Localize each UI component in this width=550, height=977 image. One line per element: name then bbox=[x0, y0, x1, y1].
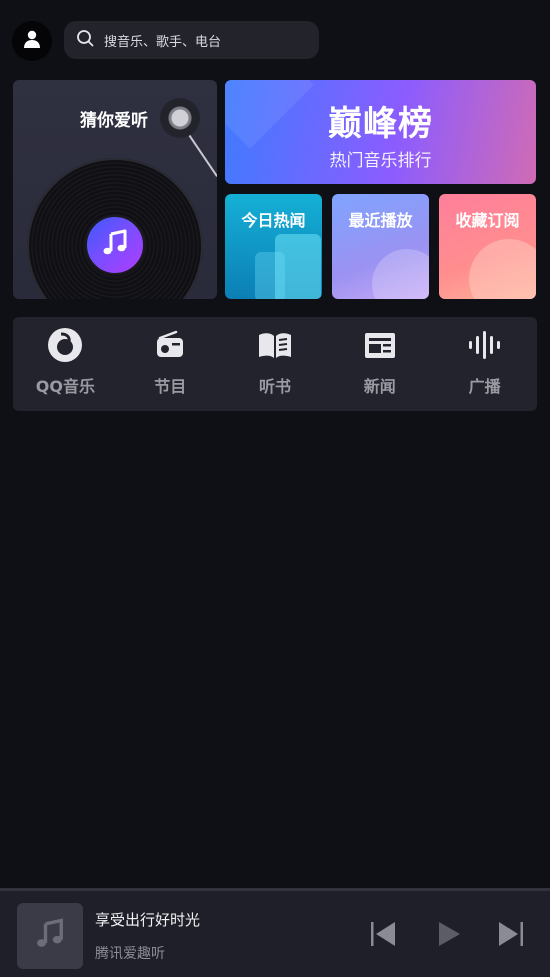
play-icon bbox=[436, 921, 462, 951]
book-icon bbox=[257, 327, 293, 363]
song-artist: 腾讯爱趣听 bbox=[95, 946, 165, 962]
nav-item-news[interactable]: 新闻 bbox=[327, 317, 432, 411]
mini-player[interactable]: 享受出行好时光 腾讯爱趣听 bbox=[0, 888, 550, 977]
favorites-card[interactable]: 收藏订阅 bbox=[439, 194, 536, 299]
user-icon bbox=[22, 29, 42, 53]
search-bar[interactable]: 搜音乐、歌手、电台 bbox=[64, 21, 319, 59]
next-button[interactable] bbox=[496, 921, 526, 951]
music-note-icon bbox=[99, 227, 131, 263]
user-avatar-button[interactable] bbox=[12, 21, 52, 61]
category-nav: QQ音乐 节目 听书 新闻 广播 bbox=[13, 317, 537, 411]
nav-label: 听书 bbox=[258, 377, 291, 396]
skip-next-icon bbox=[497, 921, 525, 951]
nav-label: QQ音乐 bbox=[35, 377, 95, 396]
radio-icon bbox=[152, 327, 188, 363]
guess-you-like-card[interactable]: 猜你爱听 bbox=[13, 80, 217, 299]
play-button[interactable] bbox=[434, 921, 464, 951]
search-icon bbox=[76, 29, 94, 51]
search-placeholder: 搜音乐、歌手、电台 bbox=[104, 34, 222, 50]
nav-item-qq-music[interactable]: QQ音乐 bbox=[13, 317, 118, 411]
top-chart-banner[interactable]: 巅峰榜 热门音乐排行 bbox=[225, 80, 536, 184]
heart-decoration bbox=[452, 222, 536, 299]
card-decoration bbox=[275, 234, 321, 299]
daily-news-label: 今日热闻 bbox=[241, 211, 306, 230]
top-chart-subtitle: 热门音乐排行 bbox=[329, 151, 432, 171]
nav-item-programs[interactable]: 节目 bbox=[118, 317, 223, 411]
song-title: 享受出行好时光 bbox=[95, 911, 201, 929]
news-icon bbox=[362, 327, 398, 363]
top-chart-logo: 巅峰榜 bbox=[328, 104, 433, 144]
guess-card-title: 猜你爱听 bbox=[80, 111, 148, 131]
qq-music-icon bbox=[47, 327, 83, 363]
favorites-label: 收藏订阅 bbox=[455, 211, 520, 230]
record-label bbox=[85, 215, 145, 275]
tonearm-base bbox=[160, 98, 200, 138]
app-screen: 搜音乐、歌手、电台 猜你爱听 巅峰榜 热门音乐排行 今日热闻 最近播放 收藏订阅… bbox=[0, 0, 550, 977]
music-note-icon bbox=[32, 916, 68, 956]
album-cover[interactable] bbox=[17, 903, 83, 969]
nav-label: 节目 bbox=[154, 377, 187, 396]
card-decoration bbox=[372, 249, 429, 299]
vinyl-record bbox=[27, 158, 203, 299]
previous-button[interactable] bbox=[368, 921, 398, 951]
nav-label: 新闻 bbox=[363, 377, 396, 396]
nav-label: 广播 bbox=[468, 377, 501, 396]
nav-item-broadcast[interactable]: 广播 bbox=[432, 317, 537, 411]
skip-previous-icon bbox=[369, 921, 397, 951]
recent-play-label: 最近播放 bbox=[348, 211, 413, 230]
sound-wave-icon bbox=[467, 327, 503, 363]
recent-play-card[interactable]: 最近播放 bbox=[332, 194, 429, 299]
nav-item-audiobooks[interactable]: 听书 bbox=[223, 317, 328, 411]
daily-news-card[interactable]: 今日热闻 bbox=[225, 194, 322, 299]
